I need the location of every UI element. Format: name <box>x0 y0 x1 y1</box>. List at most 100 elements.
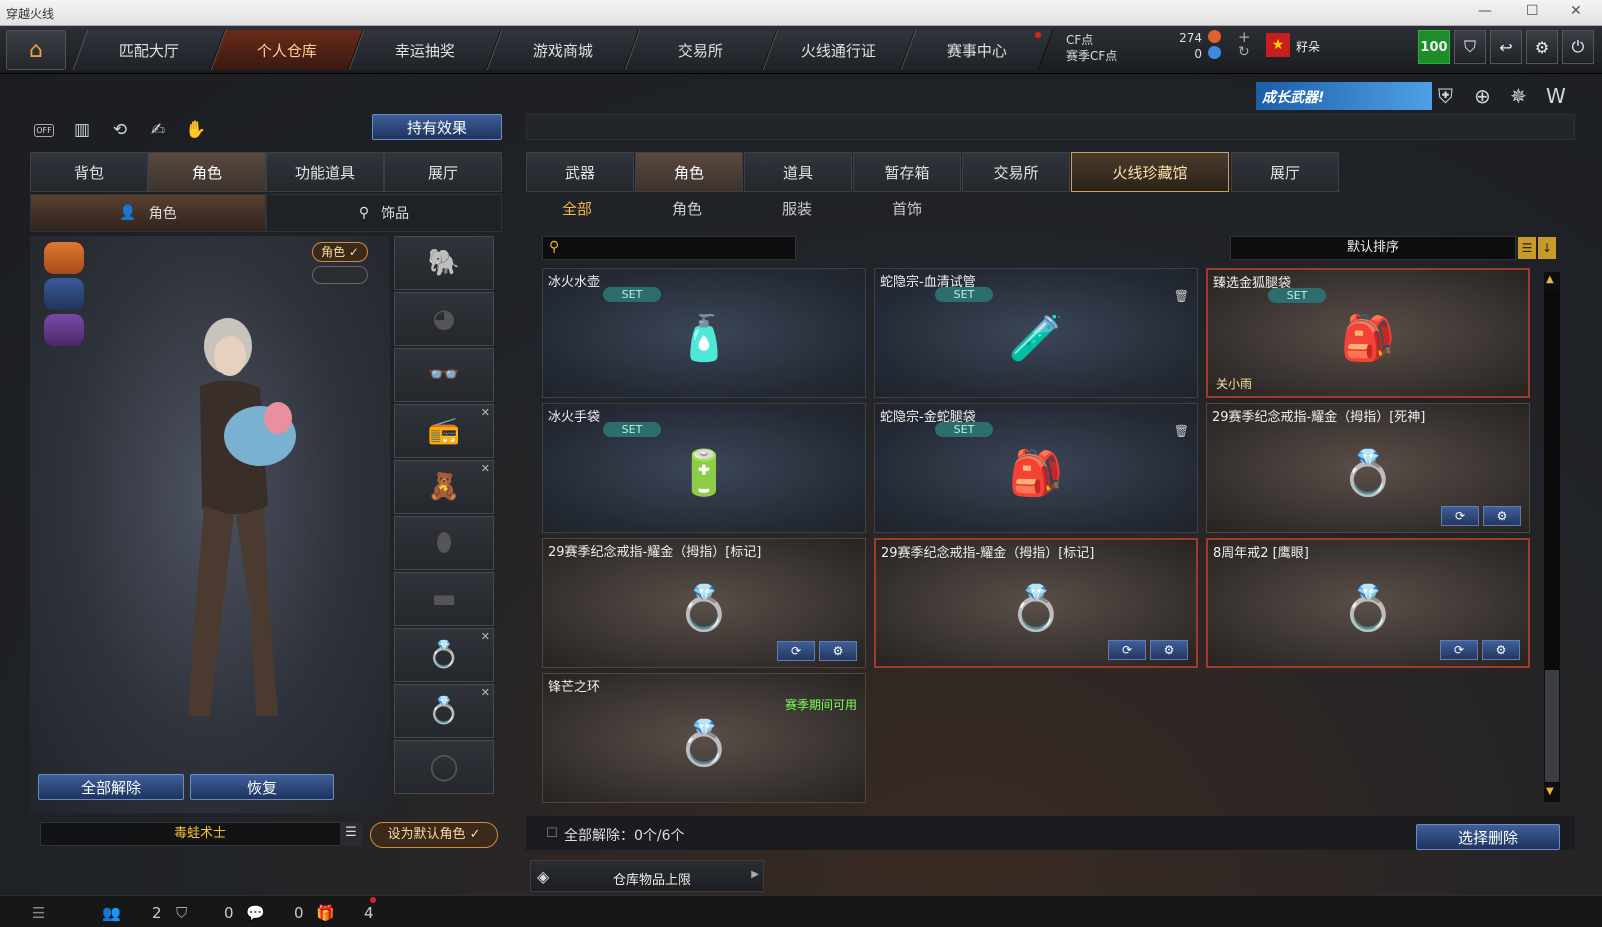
sort-menu-icon[interactable]: ☰ <box>1518 237 1536 259</box>
home-button[interactable]: ⌂ <box>6 30 66 70</box>
gp-refresh-button[interactable]: ⟳ <box>1108 640 1146 660</box>
tab-weapons[interactable]: 武器 <box>526 152 634 192</box>
search-box[interactable]: ⚲ <box>542 236 796 260</box>
item-card[interactable]: 29赛季纪念戒指-耀金（拇指）[标记] 💍 ⟳ ⚙ <box>874 538 1198 668</box>
tab-temp-box[interactable]: 暂存箱 <box>853 152 961 192</box>
shield-icon[interactable]: ⛉ <box>1454 30 1486 64</box>
maximize-button[interactable]: ☐ <box>1526 3 1539 19</box>
gp-refresh-button[interactable]: ⟳ <box>777 641 815 661</box>
emblem-2-icon[interactable]: ⊕ <box>1474 84 1491 108</box>
slot-doll[interactable]: 🧸 ✕ <box>394 460 494 514</box>
item-card[interactable]: 臻选金狐腿袋 SET 🎒 关小雨 <box>1206 268 1530 398</box>
filter-clothing[interactable]: 服装 <box>782 198 812 219</box>
toggle-off-icon[interactable]: OFF <box>30 116 58 144</box>
nav-tab-battle-pass[interactable]: 火线通行证 <box>762 30 916 70</box>
item-card[interactable]: 锋芒之环 赛季期间可用 💍 <box>542 673 866 803</box>
tab-backpack[interactable]: 背包 <box>30 152 148 192</box>
chat-icon[interactable]: 💬 <box>246 904 265 922</box>
class-1-icon[interactable] <box>44 242 84 274</box>
clan-icon[interactable]: ⛉ <box>176 904 187 922</box>
item-list-scrollbar[interactable]: ▲ ▼ <box>1544 272 1560 802</box>
checkbox-icon[interactable]: ☐ <box>546 826 558 841</box>
level-badge[interactable]: 100 <box>1418 30 1450 64</box>
trash-icon[interactable]: 🗑 <box>1174 424 1189 438</box>
minimize-button[interactable]: — <box>1478 3 1492 19</box>
class-3-icon[interactable] <box>44 314 84 346</box>
refresh-icon[interactable]: ↻ <box>1238 44 1250 60</box>
character-toggle-badge[interactable]: 角色 ✓ <box>312 242 368 262</box>
class-2-icon[interactable] <box>44 278 84 310</box>
gesture-icon[interactable]: ✋ <box>182 116 210 144</box>
restore-button[interactable]: 恢复 <box>190 774 334 800</box>
slot-radio[interactable]: 📻 ✕ <box>394 404 494 458</box>
pose-icon[interactable]: ✍ <box>144 116 172 144</box>
filter-character[interactable]: 角色 <box>672 198 702 219</box>
tab-function-items[interactable]: 功能道具 <box>266 152 384 192</box>
slot-pet[interactable]: 🐘 <box>394 236 494 290</box>
gear-icon[interactable]: ⚙ <box>1483 506 1521 526</box>
rotate-icon[interactable]: ⟲ <box>106 116 134 144</box>
subtab-accessory[interactable]: ⚲ 饰品 <box>266 194 502 232</box>
filter-all[interactable]: 全部 <box>562 198 592 219</box>
visibility-toggle[interactable] <box>312 266 368 284</box>
storage-capacity-button[interactable]: ◈ 仓库物品上限 ▶ <box>530 860 764 892</box>
growth-weapon-banner[interactable]: 成长武器! <box>1256 82 1432 110</box>
slot-body[interactable]: ⬮ <box>394 516 494 570</box>
filter-jewelry[interactable]: 首饰 <box>892 198 922 219</box>
nav-tab-lucky-draw[interactable]: 幸运抽奖 <box>348 30 502 70</box>
tab-collection-hall[interactable]: 火线珍藏馆 <box>1071 152 1229 192</box>
gear-icon[interactable]: ⚙ <box>1526 30 1558 64</box>
stats-icon[interactable]: ▥ <box>68 116 96 144</box>
friends-icon[interactable]: 👥 <box>102 904 121 922</box>
nav-tab-personal-storage[interactable]: 个人仓库 <box>210 30 364 70</box>
slot-legs[interactable]: ▬ <box>394 572 494 626</box>
gp-refresh-button[interactable]: ⟳ <box>1441 506 1479 526</box>
scroll-thumb[interactable] <box>1545 670 1559 782</box>
gear-icon[interactable]: ⚙ <box>1150 640 1188 660</box>
nav-tab-event-center[interactable]: 赛事中心 <box>900 30 1054 70</box>
menu-icon[interactable]: ☰ <box>32 904 45 922</box>
scroll-up-icon[interactable]: ▲ <box>1546 274 1554 285</box>
select-delete-button[interactable]: 选择删除 <box>1416 824 1560 850</box>
slot-face[interactable]: 👓 <box>394 348 494 402</box>
scroll-track[interactable] <box>1545 290 1559 670</box>
return-icon[interactable]: ↩ <box>1490 30 1522 64</box>
item-card[interactable]: 冰火手袋 SET 🔋 <box>542 403 866 533</box>
gift-icon[interactable]: 🎁 <box>316 904 335 922</box>
tab-items[interactable]: 道具 <box>744 152 852 192</box>
remove-icon[interactable]: ✕ <box>481 630 490 643</box>
list-menu-icon[interactable]: ☰ <box>340 822 362 846</box>
item-card[interactable]: 蛇隐宗-血清试管 SET 🗑 🧪 <box>874 268 1198 398</box>
emblem-3-icon[interactable]: ✵ <box>1510 84 1527 108</box>
tab-characters[interactable]: 角色 <box>635 152 743 192</box>
subtab-character[interactable]: 👤 角色 <box>30 194 266 232</box>
item-card[interactable]: 蛇隐宗-金蛇腿袋 SET 🗑 🎒 <box>874 403 1198 533</box>
emblem-1-icon[interactable]: ⛨ <box>1438 84 1453 108</box>
remove-icon[interactable]: ✕ <box>481 686 490 699</box>
remove-icon[interactable]: ✕ <box>481 406 490 419</box>
sort-dropdown[interactable]: 默认排序 <box>1230 236 1516 260</box>
slot-accessory[interactable]: ◯ <box>394 740 494 794</box>
gear-icon[interactable]: ⚙ <box>1482 640 1520 660</box>
holding-effect-button[interactable]: 持有效果 <box>372 114 502 140</box>
emblem-4-icon[interactable]: W <box>1546 84 1566 108</box>
sort-direction-icon[interactable]: ↓ <box>1538 237 1556 259</box>
item-card[interactable]: 冰火水壶 SET 🧴 <box>542 268 866 398</box>
nav-tab-match-lobby[interactable]: 匹配大厅 <box>72 30 226 70</box>
unequip-all-button[interactable]: 全部解除 <box>38 774 184 800</box>
search-input[interactable] <box>569 239 789 257</box>
item-card[interactable]: 29赛季纪念戒指-耀金（拇指）[死神] 💍 ⟳ ⚙ <box>1206 403 1530 533</box>
gp-refresh-button[interactable]: ⟳ <box>1440 640 1478 660</box>
nav-tab-game-mall[interactable]: 游戏商城 <box>486 30 640 70</box>
set-default-character-button[interactable]: 设为默认角色 ✓ <box>370 822 498 848</box>
power-icon[interactable]: ⏻ <box>1562 30 1594 64</box>
slot-ring-2[interactable]: 💍 ✕ <box>394 684 494 738</box>
tab-exhibition[interactable]: 展厅 <box>1231 152 1339 192</box>
item-card[interactable]: 8周年戒2 [鹰眼] 💍 ⟳ ⚙ <box>1206 538 1530 668</box>
close-button[interactable]: ✕ <box>1570 3 1582 19</box>
slot-ring-1[interactable]: 💍 ✕ <box>394 628 494 682</box>
character-name-field[interactable]: 毒蛙术士 <box>40 822 360 846</box>
item-card[interactable]: 29赛季纪念戒指-耀金（拇指）[标记] 💍 ⟳ ⚙ <box>542 538 866 668</box>
tab-hall[interactable]: 展厅 <box>384 152 502 192</box>
tab-character[interactable]: 角色 <box>148 152 266 192</box>
